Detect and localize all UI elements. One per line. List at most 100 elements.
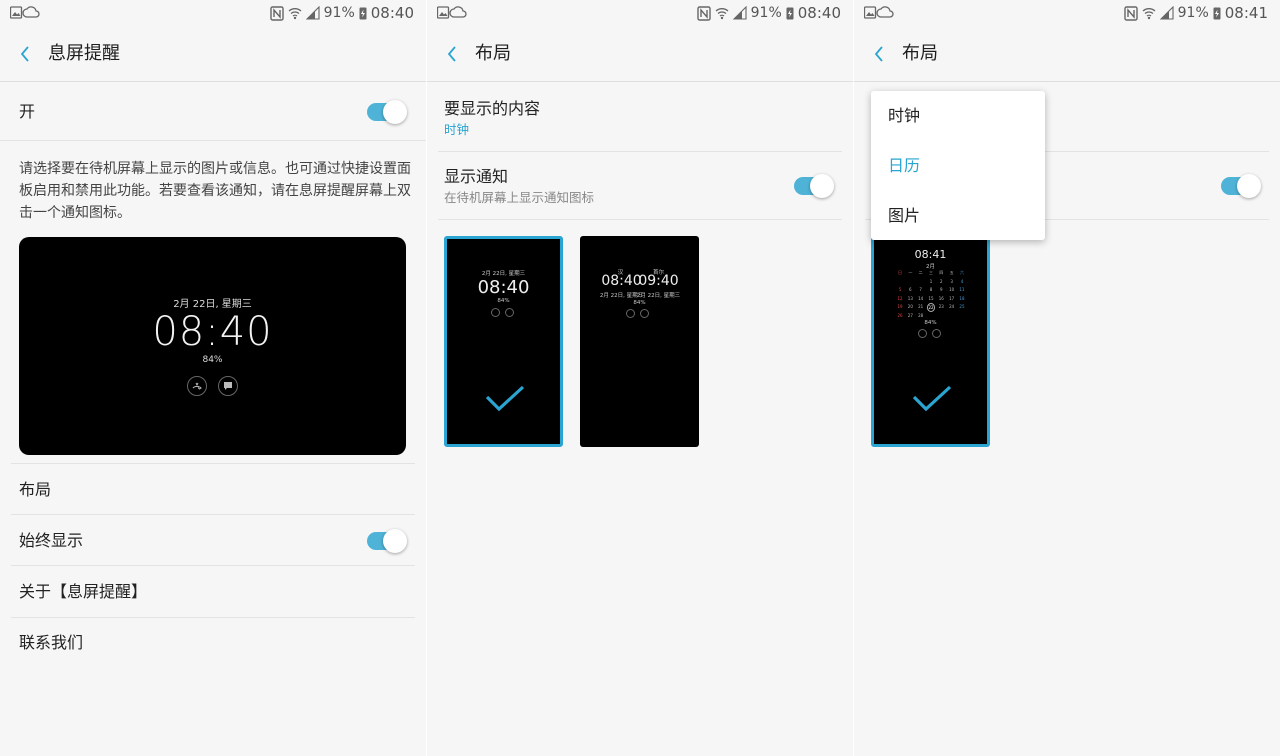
divider — [1044, 151, 1269, 152]
menu-item-clock[interactable]: 时钟 — [888, 105, 920, 127]
screenshot-collage: 91% 08:40 息屏提醒 开 请选择要在待机屏幕上显示的图片或信息。也可通过… — [0, 0, 1280, 756]
status-bar: 91% 08:40 — [427, 0, 853, 28]
calendar-weekday-row: 日 一二三 四五六 — [896, 269, 966, 278]
calendar-cell: 13 — [907, 295, 913, 301]
preview-time: 08:40 — [152, 309, 273, 355]
calendar-cell: 20 — [907, 304, 913, 309]
battery-charging-icon — [786, 7, 794, 20]
app-bar: 布局 — [427, 28, 853, 82]
page-title: 布局 — [475, 43, 511, 64]
calendar-cell: 26 — [897, 312, 903, 318]
calendar-cell: 22 — [926, 303, 935, 312]
calendar-cell: 日 — [898, 270, 902, 275]
divider — [11, 617, 415, 618]
calendar-week-row: 26 27 28 — [896, 312, 966, 321]
message-icon — [505, 308, 514, 317]
always-show-item[interactable]: 始终显示 — [19, 530, 83, 552]
contact-us-item[interactable]: 联系我们 — [19, 632, 83, 654]
page-title: 息屏提醒 — [48, 43, 120, 64]
calendar-cell: 12 — [897, 295, 903, 301]
clock-text: 08:40 — [797, 4, 841, 22]
status-right: 91% 08:41 — [1123, 3, 1268, 23]
calendar-cell: 一 — [908, 270, 913, 275]
calendar-week-row: 12 13 14 15 16 17 18 — [896, 295, 966, 304]
show-notifications-toggle[interactable] — [1221, 174, 1261, 198]
nfc-icon — [696, 5, 711, 21]
divider — [438, 151, 842, 152]
show-notifications-toggle[interactable] — [794, 174, 834, 198]
calendar-cell: 21 — [918, 304, 924, 309]
clock-text: 08:41 — [1224, 4, 1268, 22]
nfc-icon — [1123, 5, 1138, 21]
calendar-week-row: 5 6 7 8 9 10 11 — [896, 286, 966, 295]
missed-call-icon — [187, 376, 207, 396]
battery-text: 91% — [750, 5, 782, 21]
app-bar: 布局 — [854, 28, 1280, 82]
panel-aod-settings: 91% 08:40 息屏提醒 开 请选择要在待机屏幕上显示的图片或信息。也可通过… — [0, 0, 426, 756]
layout-item[interactable]: 布局 — [19, 479, 51, 501]
calendar-cell — [937, 312, 945, 321]
thumb-battery: 84% — [633, 300, 646, 306]
battery-charging-icon — [1213, 7, 1221, 20]
menu-item-calendar[interactable]: 日历 — [888, 155, 920, 177]
back-arrow-icon[interactable] — [868, 42, 892, 66]
calendar-cell — [958, 312, 966, 321]
missed-call-icon — [491, 308, 500, 317]
divider — [11, 463, 415, 464]
about-item[interactable]: 关于【息屏提醒】 — [19, 581, 147, 603]
panel-layout: 91% 08:40 布局 要显示的内容 时钟 显示通知 在待机屏幕上显示通知图标… — [427, 0, 853, 756]
status-right: 91% 08:40 — [269, 3, 414, 23]
calendar-cell: 4 — [960, 278, 964, 284]
content-dropdown-menu: 时钟 日历 图片 — [871, 91, 1045, 240]
master-switch-label: 开 — [19, 102, 36, 121]
calendar-cell: 9 — [940, 287, 943, 292]
status-bar: 91% 08:40 — [0, 0, 426, 28]
calendar-cell: 27 — [907, 312, 913, 318]
preview-date: 2月 22日, 星期三 — [173, 299, 252, 310]
calendar-cell: 六 — [959, 270, 964, 275]
always-show-toggle[interactable] — [367, 529, 407, 553]
calendar-cell: 6 — [909, 287, 912, 292]
thumb-right-time: 09:40 — [638, 273, 679, 289]
back-arrow-icon[interactable] — [14, 42, 38, 66]
calendar-cell: 3 — [950, 278, 953, 284]
notification-icons — [437, 6, 467, 19]
divider — [438, 219, 842, 220]
page-title: 布局 — [902, 43, 938, 64]
description-text: 请选择要在待机屏幕上显示的图片或信息。也可通过快捷设置面板启用和禁用此功能。若要… — [19, 161, 411, 221]
battery-text: 91% — [1177, 5, 1209, 21]
calendar-cell: 17 — [949, 295, 955, 301]
calendar-cell — [927, 312, 935, 321]
status-bar: 91% 08:41 — [854, 0, 1280, 28]
back-arrow-icon[interactable] — [441, 42, 465, 66]
thumb-right-date: 2月 22日, 星期三 — [636, 293, 681, 299]
checkmark-icon — [485, 385, 525, 412]
calendar-cell: 14 — [918, 295, 924, 301]
preview-battery: 84% — [202, 355, 223, 365]
calendar-cell: 四 — [939, 270, 944, 275]
calendar-cell: 三 — [928, 270, 933, 275]
divider — [11, 565, 415, 566]
layout-thumb-calendar[interactable]: 08:41 2月 日一二三四五六 1 2 3 4 5 6 7 8 9 10 11 12 13 14 15 16 1… — [871, 236, 990, 447]
battery-text: 91% — [323, 5, 355, 21]
signal-icon — [732, 6, 747, 20]
calendar-cell: 19 — [897, 304, 903, 309]
thumb-time: 08:41 — [914, 248, 947, 261]
battery-charging-icon — [359, 7, 367, 20]
missed-call-icon — [918, 329, 927, 338]
notification-icons — [864, 6, 894, 19]
calendar-week-row: 1 2 3 4 — [896, 278, 966, 287]
calendar-cell: 15 — [928, 295, 934, 301]
calendar-cell: 五 — [949, 270, 954, 275]
wifi-icon — [288, 8, 302, 20]
calendar-cell: 24 — [949, 304, 955, 309]
layout-thumb-dual-clock[interactable]: 汉 首尔 08:40 09:40 2月 22日, 星期三 2月 22日, 星期三… — [580, 236, 699, 447]
aod-preview: 2月 22日, 星期三 08:40 84% — [19, 237, 406, 455]
menu-item-image[interactable]: 图片 — [888, 205, 920, 227]
content-to-show-label[interactable]: 要显示的内容 — [444, 98, 540, 120]
calendar-cell: 7 — [919, 287, 922, 292]
master-toggle[interactable] — [367, 100, 407, 124]
signal-icon — [305, 6, 320, 20]
mini-calendar: 日一二三四五六 1 2 3 4 5 6 7 8 9 10 11 12 13 14 15 16 17 18 19 20 21… — [896, 269, 966, 320]
calendar-cell: 28 — [918, 312, 924, 318]
